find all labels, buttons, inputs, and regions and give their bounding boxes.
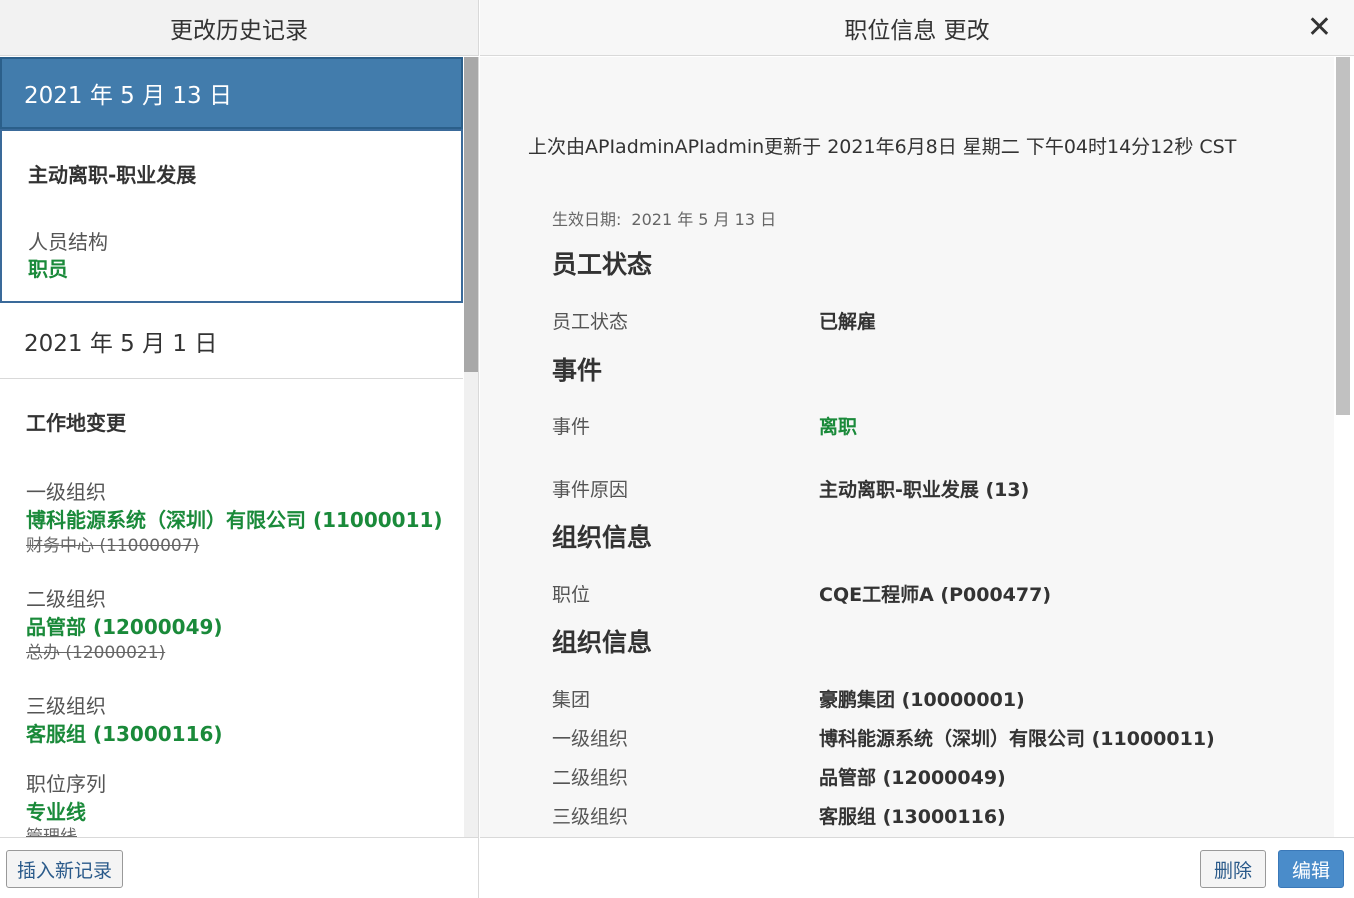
field-value: 已解雇 [819,311,877,333]
field-label: 一级组织 [552,728,629,750]
history-field-new-value: 客服组 (13000116) [26,722,223,746]
field-value: 离职 [819,416,858,438]
effective-date-label: 生效日期: [552,210,622,229]
detail-scrollbar-thumb[interactable] [1336,57,1350,415]
history-card-selected[interactable]: 主动离职-职业发展 人员结构 职员 [0,129,463,303]
delete-button[interactable]: 删除 [1200,850,1266,888]
history-panel-header: 更改历史记录 [0,0,479,56]
detail-panel-title: 职位信息 更改 [844,17,990,44]
history-date-label: 2021 年 5 月 13 日 [24,83,232,109]
history-field-label: 三级组织 [26,694,106,718]
field-label: 事件原因 [552,479,629,501]
history-date-selected[interactable]: 2021 年 5 月 13 日 [0,57,463,129]
field-value: 博科能源系统（深圳）有限公司 (11000011) [819,728,1215,750]
edit-button[interactable]: 编辑 [1278,850,1344,888]
history-card-title: 主动离职-职业发展 [28,163,197,187]
history-scrollbar[interactable] [464,57,478,837]
field-label: 三级组织 [552,806,629,828]
history-list-content: 2021 年 5 月 13 日 主动离职-职业发展 人员结构 职员 2021 年… [0,57,463,837]
history-date-label: 2021 年 5 月 1 日 [24,330,218,357]
field-label: 职位 [552,584,591,606]
insert-record-button[interactable]: 插入新记录 [6,850,124,888]
history-field-old-value: 财务中心 (11000007) [26,536,200,556]
field-value: 豪鹏集团 (10000001) [819,689,1025,711]
field-label: 员工状态 [552,311,629,333]
detail-panel: 上次由APIadminAPIadmin更新于 2021年6月8日 星期二 下午0… [480,57,1354,837]
effective-date-value: 2021 年 5 月 13 日 [631,210,777,229]
section-title: 组织信息 [552,628,653,657]
history-field-label: 一级组织 [26,480,106,504]
history-footer: 插入新记录 [0,837,479,898]
history-card-title: 工作地变更 [26,411,126,435]
history-date-item[interactable]: 2021 年 5 月 1 日 [0,303,463,379]
history-field-new-value: 博科能源系统（深圳）有限公司 (11000011) [26,508,443,532]
history-field-new-value: 品管部 (12000049) [26,615,223,639]
field-label: 事件 [552,416,591,438]
effective-date: 生效日期: 2021 年 5 月 13 日 [552,206,776,230]
field-label: 二级组织 [552,767,629,789]
field-value: 主动离职-职业发展 (13) [819,479,1030,501]
field-value: 品管部 (12000049) [819,767,1006,789]
history-scrollbar-thumb[interactable] [464,57,478,372]
history-field-label: 人员结构 [28,230,108,254]
history-field-value: 职员 [28,257,68,281]
history-panel-title: 更改历史记录 [170,17,308,44]
close-icon[interactable]: ✕ [1307,13,1332,43]
section-title: 员工状态 [552,250,653,279]
detail-panel-header: 职位信息 更改 ✕ [480,0,1354,56]
section-title: 事件 [552,356,603,385]
section-title: 组织信息 [552,523,653,552]
history-field-new-value: 专业线 [26,800,86,824]
detail-footer: 删除 编辑 [480,837,1354,898]
field-value: 客服组 (13000116) [819,806,1006,828]
history-list: 2021 年 5 月 13 日 主动离职-职业发展 人员结构 职员 2021 年… [0,57,479,837]
field-value: CQE工程师A (P000477) [819,584,1052,606]
history-field-label: 二级组织 [26,587,106,611]
last-updated-text: 上次由APIadminAPIadmin更新于 2021年6月8日 星期二 下午0… [528,136,1237,158]
history-field-old-value: 总办 (12000021) [26,643,166,663]
field-label: 集团 [552,689,591,711]
history-field-label: 职位序列 [26,772,106,796]
history-field-old-value: 管理线 [26,827,77,837]
detail-scrollbar[interactable] [1334,57,1354,837]
